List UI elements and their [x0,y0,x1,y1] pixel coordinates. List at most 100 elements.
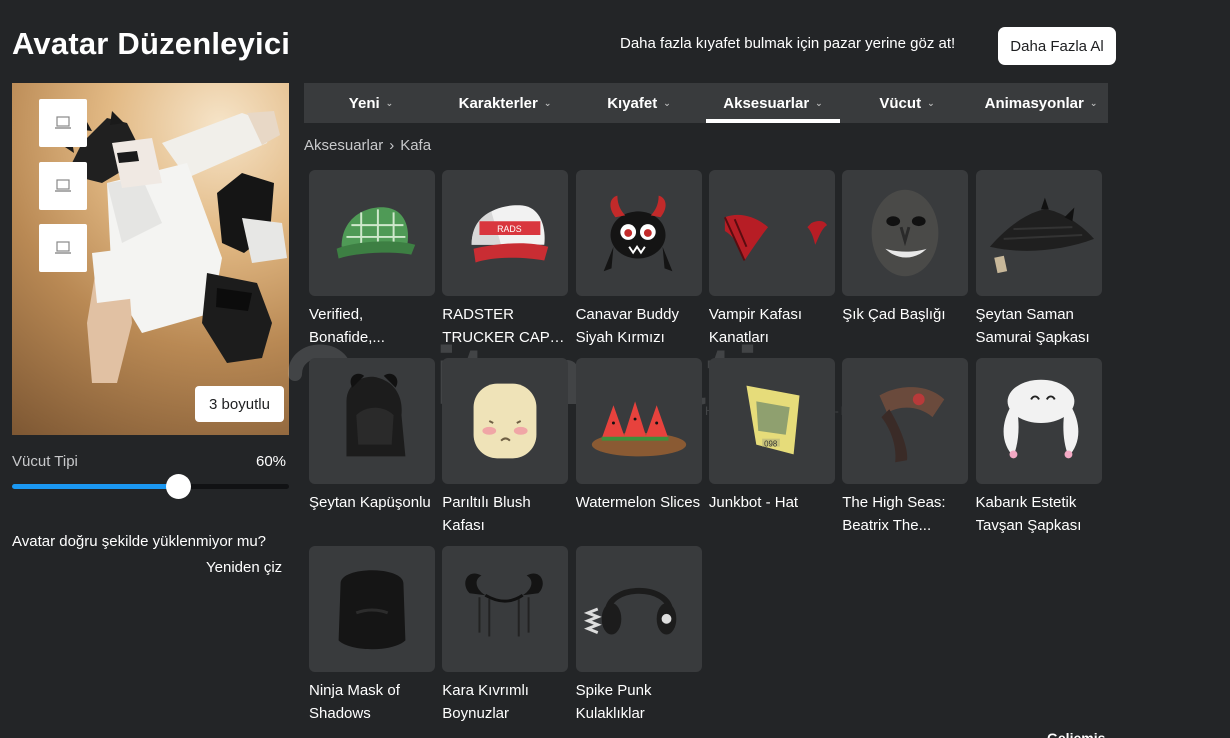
laptop-icon [55,179,71,192]
watermelon-icon [591,401,686,457]
bunny-hat-icon [1003,379,1078,459]
item-card[interactable]: Verified, Bonafide,... [309,170,435,349]
chad-mask-icon [871,189,939,277]
item-card[interactable]: Ninja Mask of Shadows [309,546,435,725]
chevron-down-icon: ⌄ [385,97,394,108]
item-name: Kabarık Estetik Tavşan Şapkası [975,494,1082,534]
item-name: Junkbot - Hat [708,494,799,511]
item-card[interactable]: RADS RADSTER TRUCKER CAP -... [442,170,569,349]
item-thumbnail[interactable] [309,546,435,672]
item-card[interactable]: Şeytan Saman Samurai Şapkası [975,170,1102,349]
redraw-link[interactable]: Yeniden çiz [206,559,282,576]
tab-label: Aksesuarlar [723,94,810,112]
item-card[interactable]: Parıltılı Blush Kafası [442,358,569,537]
tab-4[interactable]: Vücut ⌄ [840,83,974,123]
item-thumbnail[interactable] [575,546,702,672]
avatar-load-question: Avatar doğru şekilde yüklenmiyor mu? [12,533,267,550]
devil-hood-icon [346,373,406,457]
chevron-down-icon: ⌄ [815,97,823,108]
laptop-icon [55,241,71,254]
item-card[interactable]: 098 Junkbot - Hat [708,358,835,514]
tab-0[interactable]: Yeni ⌄ [304,83,438,123]
camera-view-button[interactable] [39,99,87,147]
chevron-down-icon: ⌄ [927,97,935,108]
chevron-down-icon: ⌄ [663,97,671,108]
ninja-mask-icon [338,570,406,650]
curly-horns-icon [465,573,544,637]
item-name: Ninja Mask of Shadows [309,682,400,722]
item-name: RADSTER TRUCKER CAP -... [442,306,550,346]
body-type-value: 60% [256,453,287,470]
item-thumbnail[interactable] [575,358,702,484]
slider-thumb[interactable] [166,474,192,499]
advanced-link[interactable]: Geliemiş [1047,730,1105,738]
item-thumbnail[interactable]: RADS [442,170,569,296]
toggle-3d-button[interactable]: 3 boyutlu [195,386,284,422]
item-thumbnail[interactable] [575,170,702,296]
item-thumbnail[interactable] [842,170,969,296]
page-title: Avatar Düzenleyici [12,26,291,61]
item-name: Vampir Kafası Kanatları [708,306,802,346]
tab-3[interactable]: Aksesuarlar ⌄ [706,83,840,123]
item-name: Spike Punk Kulaklıklar [575,682,652,722]
green-plaid-cap-icon [336,207,416,259]
item-name: The High Seas: Beatrix The... [842,494,946,534]
camera-view-button[interactable] [39,162,87,210]
item-thumbnail[interactable] [309,170,435,296]
tab-5[interactable]: Animasyonlar ⌄ [974,83,1108,123]
camera-view-button[interactable] [39,224,87,272]
headphones-icon [583,587,676,635]
item-card[interactable]: Watermelon Slices [575,358,702,514]
tab-label: Vücut [879,94,922,112]
blush-head-icon [473,383,537,459]
item-thumbnail[interactable] [708,170,835,296]
item-thumbnail[interactable] [975,358,1102,484]
breadcrumb: Aksesuarlar › Kafa [304,137,431,154]
item-name: Verified, Bonafide,... [309,306,385,346]
item-name: Parıltılı Blush Kafası [442,494,531,534]
item-name: Watermelon Slices [575,494,701,511]
body-type-slider[interactable] [12,474,289,499]
item-thumbnail[interactable] [842,358,969,484]
item-card[interactable]: The High Seas: Beatrix The... [842,358,969,537]
breadcrumb-parent[interactable]: Aksesuarlar [304,137,383,154]
item-card[interactable]: Spike Punk Kulaklıklar [575,546,702,725]
tab-label: Animasyonlar [984,94,1084,112]
chevron-down-icon: ⌄ [1089,97,1098,108]
chevron-right-icon: › [389,137,395,154]
tab-label: Karakterler [458,94,538,112]
body-type-label: Vücut Tipi [12,453,78,470]
tab-label: Yeni [348,94,380,112]
item-thumbnail[interactable]: 098 [708,358,835,484]
item-card[interactable]: Kara Kıvrımlı Boynuzlar [442,546,569,725]
junkbot-hat-icon: 098 [746,385,800,455]
item-card[interactable]: Vampir Kafası Kanatları [708,170,835,349]
red-trucker-cap-icon: RADS [471,205,549,263]
svg-text:098: 098 [764,440,778,449]
category-tabs: Yeni ⌄ Karakterler ⌄ Kıyafet ⌄ Aksesuarlar ⌄ Vüc… [304,83,1108,123]
avatar-preview[interactable]: 3 boyutlu [12,83,289,435]
laptop-icon [55,116,71,129]
item-card[interactable]: Şık Çad Başlığı [842,170,969,326]
item-card[interactable]: Şeytan Kapüşonlu [309,358,435,514]
item-thumbnail[interactable] [442,358,569,484]
tab-label: Kıyafet [607,94,658,112]
item-name: Şeytan Kapüşonlu [309,494,431,511]
svg-text:RADS: RADS [497,224,522,234]
item-name: Şık Çad Başlığı [842,306,946,323]
straw-hat-icon [989,197,1094,274]
vampire-wings-icon [723,214,827,261]
tab-2[interactable]: Kıyafet ⌄ [572,83,706,123]
item-thumbnail[interactable] [975,170,1102,296]
breadcrumb-current: Kafa [400,137,432,154]
item-name: Kara Kıvrımlı Boynuzlar [442,682,529,722]
item-name: Şeytan Saman Samurai Şapkası [975,306,1090,346]
item-card[interactable]: Kabarık Estetik Tavşan Şapkası [975,358,1102,537]
marketplace-promo-text: Daha fazla kıyafet bulmak için pazar yer… [620,35,956,52]
get-more-button[interactable]: Daha Fazla Al [998,27,1116,65]
item-thumbnail[interactable] [309,358,435,484]
tab-1[interactable]: Karakterler ⌄ [438,83,572,123]
item-card[interactable]: Canavar Buddy Siyah Kırmızı [575,170,702,349]
item-thumbnail[interactable] [442,546,569,672]
slider-fill [12,484,179,489]
